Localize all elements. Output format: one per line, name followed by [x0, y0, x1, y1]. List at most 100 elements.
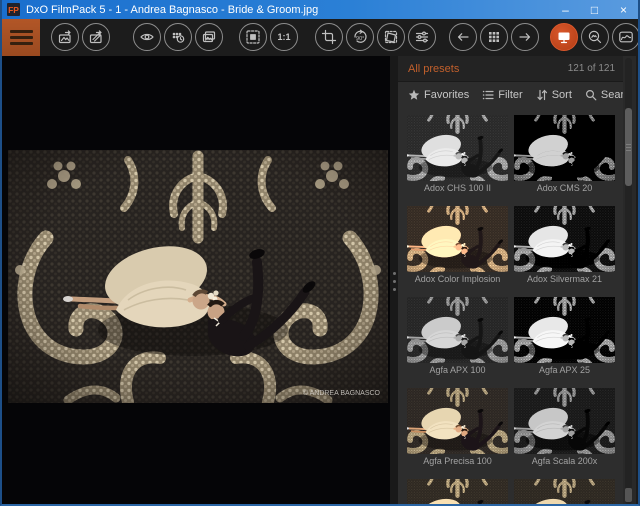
preset-thumbnail[interactable]: [514, 115, 615, 181]
previous-image-button[interactable]: [449, 23, 477, 51]
arrow-right-icon: [517, 29, 533, 45]
display-group: [550, 23, 640, 51]
image-stack-icon: [201, 29, 217, 45]
export-edit-icon: [88, 29, 104, 45]
preset-thumbnail[interactable]: [514, 388, 615, 454]
presets-count: 121 of 121: [568, 63, 615, 74]
window-controls: – □ ×: [551, 0, 638, 19]
drag-dots-icon: [393, 272, 396, 275]
favorites-button[interactable]: Favorites: [408, 89, 469, 101]
preset-label: Agfa APX 100: [407, 363, 508, 379]
preset-item[interactable]: Adox Silvermax 21: [514, 206, 615, 288]
snapshots-button[interactable]: [164, 23, 192, 51]
scrollbar-thumb[interactable]: [625, 108, 632, 186]
filter-button[interactable]: Filter: [482, 89, 522, 101]
eye-icon: [139, 29, 155, 45]
fit-to-screen-button[interactable]: [239, 23, 267, 51]
preset-grid: Adox CHS 100 II Adox CMS 20 Adox Color I…: [398, 108, 623, 506]
crop-button[interactable]: [315, 23, 343, 51]
image-browser-button[interactable]: [195, 23, 223, 51]
view-group: [133, 23, 223, 51]
preset-thumbnail[interactable]: [407, 206, 508, 272]
close-button[interactable]: ×: [609, 0, 638, 19]
perspective-icon: [383, 29, 399, 45]
sliders-icon: [414, 29, 430, 45]
filter-list-icon: [482, 89, 494, 101]
export-to-application-button[interactable]: [82, 23, 110, 51]
fit-screen-icon: [245, 29, 261, 45]
preset-item[interactable]: Adox CHS 100 II: [407, 115, 508, 197]
preset-item[interactable]: Agfa Precisa 100: [407, 388, 508, 470]
sort-arrows-icon: [536, 89, 548, 101]
content-area: All presets 121 of 121 Favorites Filter: [2, 56, 638, 506]
navigation-group: [449, 23, 539, 51]
preview-button[interactable]: [133, 23, 161, 51]
waveform-icon: [618, 29, 634, 45]
preset-label: Adox Silvermax 21: [514, 272, 615, 288]
preset-thumbnail[interactable]: [514, 297, 615, 363]
histogram-button[interactable]: [612, 23, 640, 51]
preset-item[interactable]: [407, 479, 508, 506]
preset-label: Agfa Scala 200x: [514, 454, 615, 470]
app-icon: FP: [7, 3, 20, 16]
adjustments-button[interactable]: [408, 23, 436, 51]
search-button[interactable]: Search: [585, 89, 623, 101]
crop-icon: [321, 29, 337, 45]
preset-thumbnail[interactable]: [407, 388, 508, 454]
zoom-1-1-button[interactable]: 1:1: [270, 23, 298, 51]
preset-item[interactable]: Agfa Scala 200x: [514, 388, 615, 470]
preset-thumbnail[interactable]: [407, 115, 508, 181]
rotate-90-icon: 90°: [351, 28, 369, 46]
grid-icon: [486, 29, 502, 45]
svg-text:90°: 90°: [356, 36, 364, 42]
title-bar: FP DxO FilmPack 5 - 1 - Andrea Bagnasco …: [2, 0, 638, 19]
zoom-group: 1:1: [239, 23, 298, 51]
preset-label: Agfa Precisa 100: [407, 454, 508, 470]
thumbnail-grid-button[interactable]: [480, 23, 508, 51]
transform-group: 90°: [315, 23, 436, 51]
export-group: [51, 23, 110, 51]
preset-item[interactable]: Agfa APX 100: [407, 297, 508, 379]
export-image-icon: [57, 29, 73, 45]
window-title: DxO FilmPack 5 - 1 - Andrea Bagnasco - B…: [26, 4, 318, 16]
zoom-1-1-icon: 1:1: [277, 32, 290, 42]
image-canvas: [2, 56, 390, 506]
perspective-button[interactable]: [377, 23, 405, 51]
next-image-button[interactable]: [511, 23, 539, 51]
display-mode-button[interactable]: [550, 23, 578, 51]
preset-thumbnail[interactable]: [407, 479, 508, 506]
hamburger-icon: [10, 30, 33, 33]
search-icon: [585, 89, 597, 101]
panel-resize-handle[interactable]: [390, 56, 398, 506]
preset-item[interactable]: [514, 479, 615, 506]
monitor-icon: [556, 29, 572, 45]
rotate-90-button[interactable]: 90°: [346, 23, 374, 51]
minimize-button[interactable]: –: [551, 0, 580, 19]
preset-label: Adox CHS 100 II: [407, 181, 508, 197]
main-photo[interactable]: [8, 150, 388, 403]
snapshots-clock-icon: [170, 29, 186, 45]
preset-thumbnail[interactable]: [407, 297, 508, 363]
preset-item[interactable]: Adox CMS 20: [514, 115, 615, 197]
presets-category-title[interactable]: All presets: [408, 63, 459, 75]
loupe-icon: [587, 29, 603, 45]
preset-label: Adox Color Implosion: [407, 272, 508, 288]
app-window: FP DxO FilmPack 5 - 1 - Andrea Bagnasco …: [0, 0, 640, 506]
star-icon: [408, 89, 420, 101]
preset-item[interactable]: Adox Color Implosion: [407, 206, 508, 288]
export-to-disk-button[interactable]: [51, 23, 79, 51]
sort-button[interactable]: Sort: [536, 89, 572, 101]
loupe-button[interactable]: [581, 23, 609, 51]
presets-filter-bar: Favorites Filter Sort: [398, 82, 623, 108]
arrow-left-icon: [455, 29, 471, 45]
preset-thumbnail[interactable]: [514, 479, 615, 506]
preset-thumbnail[interactable]: [514, 206, 615, 272]
main-toolbar: 1:1 90°: [2, 19, 638, 56]
maximize-button[interactable]: □: [580, 0, 609, 19]
preset-item[interactable]: Agfa APX 25: [514, 297, 615, 379]
menu-button[interactable]: [2, 19, 40, 56]
scrollbar-bottom-piece[interactable]: [625, 488, 632, 502]
preset-label: Adox CMS 20: [514, 181, 615, 197]
preset-label: Agfa APX 25: [514, 363, 615, 379]
presets-header: All presets 121 of 121: [398, 56, 623, 82]
